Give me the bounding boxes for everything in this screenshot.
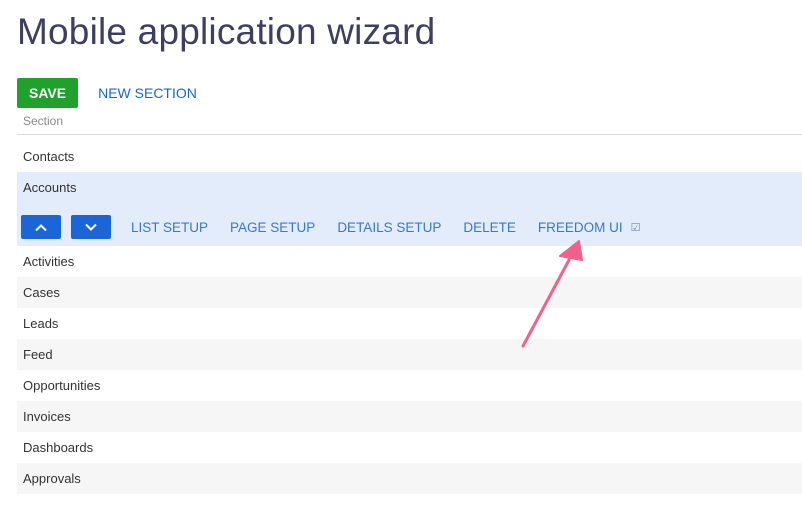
section-column-header: Section [23, 114, 64, 128]
page-setup-link[interactable]: PAGE SETUP [230, 220, 315, 235]
section-row-cases[interactable]: Cases [17, 277, 802, 308]
section-list: Contacts Accounts LIST SETUP PAGE SETUP … [17, 141, 802, 494]
delete-link[interactable]: DELETE [463, 220, 516, 235]
freedom-ui-link[interactable]: FREEDOM UI [538, 220, 623, 235]
section-row-contacts[interactable]: Contacts [17, 141, 802, 172]
details-setup-link[interactable]: DETAILS SETUP [337, 220, 441, 235]
save-button[interactable]: SAVE [17, 78, 79, 108]
section-row-dashboards[interactable]: Dashboards [17, 432, 802, 463]
section-row-accounts-selected[interactable]: Accounts LIST SETUP PAGE SETUP DETAILS S… [17, 172, 802, 246]
list-setup-link[interactable]: LIST SETUP [131, 220, 208, 235]
section-row-leads[interactable]: Leads [17, 308, 802, 339]
section-row-feed[interactable]: Feed [17, 339, 802, 370]
move-down-button[interactable] [71, 215, 111, 239]
section-row-activities[interactable]: Activities [17, 246, 802, 277]
section-row-label: Accounts [23, 180, 77, 195]
section-row-approvals[interactable]: Approvals [17, 463, 802, 494]
section-row-opportunities[interactable]: Opportunities [17, 370, 802, 401]
chevron-down-icon [85, 223, 97, 231]
chevron-up-icon [35, 223, 47, 231]
page-title: Mobile application wizard [17, 11, 436, 52]
section-row-invoices[interactable]: Invoices [17, 401, 802, 432]
move-up-button[interactable] [21, 215, 61, 239]
header-divider [17, 134, 802, 135]
toolbar: SAVE NEW SECTION [17, 78, 197, 108]
new-section-button[interactable]: NEW SECTION [98, 85, 197, 101]
row-actions: LIST SETUP PAGE SETUP DETAILS SETUP DELE… [21, 215, 641, 239]
checkbox-checked-icon[interactable]: ☑ [631, 221, 641, 234]
